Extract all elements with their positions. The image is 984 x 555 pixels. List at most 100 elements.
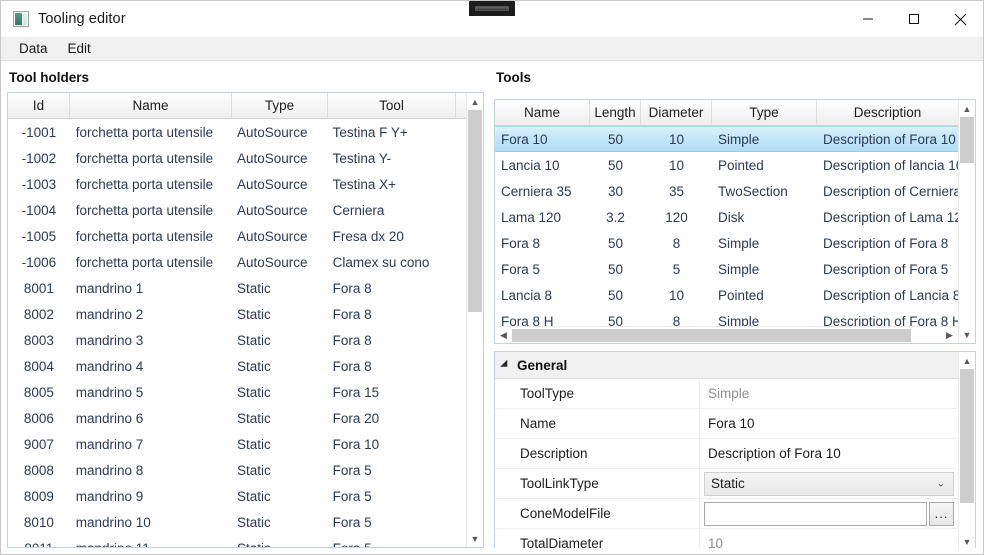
- cone-model-file-input[interactable]: [704, 501, 927, 526]
- column-header-tool[interactable]: Tool: [328, 93, 456, 118]
- property-row[interactable]: ConeModelFile...: [495, 499, 958, 529]
- menu-item-data[interactable]: Data: [9, 39, 58, 58]
- table-row[interactable]: Cerniera 35 30 35 TwoSection Description of …: [495, 178, 958, 204]
- scroll-track[interactable]: [467, 110, 483, 530]
- table-row[interactable]: 8008 mandrino 8 Static Fora 5: [8, 457, 466, 483]
- property-label: ToolLinkType: [495, 469, 700, 498]
- minimize-button[interactable]: [845, 1, 891, 37]
- cell-id: 8002: [23, 306, 54, 322]
- table-row[interactable]: Fora 8 H 50 8 Simple Description of Fora 8 H: [495, 308, 958, 327]
- hscroll-track[interactable]: [512, 328, 941, 343]
- scroll-up-icon[interactable]: ▲: [959, 352, 975, 369]
- property-value[interactable]: Fora 10: [700, 409, 958, 438]
- table-row[interactable]: 8005 mandrino 5 Static Fora 15: [8, 379, 466, 405]
- cell-id: -1006: [21, 254, 57, 270]
- column-header-description[interactable]: Description: [817, 100, 958, 125]
- tool-holders-rows: -1001 forchetta porta utensile AutoSource T…: [8, 119, 466, 548]
- table-row[interactable]: 8003 mandrino 3 Static Fora 8: [8, 327, 466, 353]
- property-row[interactable]: ToolLinkType Static ⌄: [495, 469, 958, 499]
- table-row[interactable]: -1005 forchetta porta utensile AutoSource F…: [8, 223, 466, 249]
- scroll-track[interactable]: [959, 117, 975, 326]
- scroll-up-icon[interactable]: ▲: [959, 100, 975, 117]
- table-row[interactable]: -1004 forchetta porta utensile AutoSource C…: [8, 197, 466, 223]
- table-row[interactable]: Fora 8 50 8 Simple Description of Fora 8: [495, 230, 958, 256]
- table-row[interactable]: 8004 mandrino 4 Static Fora 8: [8, 353, 466, 379]
- property-row[interactable]: ToolType Simple: [495, 379, 958, 409]
- property-row[interactable]: TotalDiameter 10: [495, 529, 958, 548]
- table-row[interactable]: Lancia 8 50 10 Pointed Description of Lancia…: [495, 282, 958, 308]
- scroll-thumb[interactable]: [468, 110, 482, 312]
- cell-type: Static: [237, 384, 271, 400]
- table-row[interactable]: 8010 mandrino 10 Static Fora 5: [8, 509, 466, 535]
- cell-type: Static: [237, 488, 271, 504]
- property-row[interactable]: Description Description of Fora 10: [495, 439, 958, 469]
- property-group-general[interactable]: General: [495, 352, 958, 379]
- expander-triangle-icon[interactable]: [500, 359, 511, 371]
- table-row[interactable]: -1002 forchetta porta utensile AutoSource T…: [8, 145, 466, 171]
- table-row[interactable]: -1003 forchetta porta utensile AutoSource T…: [8, 171, 466, 197]
- table-row[interactable]: 9007 mandrino 7 Static Fora 10: [8, 431, 466, 457]
- tool-holders-vscrollbar[interactable]: ▲ ▼: [466, 93, 483, 547]
- cell-id: 8005: [23, 384, 54, 400]
- table-row[interactable]: 8001 mandrino 1 Static Fora 8: [8, 275, 466, 301]
- scroll-down-icon[interactable]: ▼: [959, 533, 975, 548]
- table-row[interactable]: -1001 forchetta porta utensile AutoSource T…: [8, 119, 466, 145]
- cell-description: Description of Fora 8 H: [823, 313, 958, 327]
- cell-diameter: 8: [672, 313, 681, 327]
- menu-item-edit[interactable]: Edit: [58, 39, 101, 58]
- cell-id: 8008: [23, 462, 54, 478]
- cell-type: AutoSource: [237, 254, 308, 270]
- cell-id: -1005: [21, 228, 57, 244]
- scroll-thumb[interactable]: [960, 369, 974, 504]
- cell-length: 50: [607, 261, 624, 277]
- column-header-id[interactable]: Id: [8, 93, 70, 118]
- chevron-down-icon[interactable]: ⌄: [937, 478, 945, 489]
- close-button[interactable]: [937, 1, 983, 37]
- scroll-left-icon[interactable]: ◀: [495, 327, 512, 344]
- cell-type: Static: [237, 514, 271, 530]
- column-header-name[interactable]: Name: [495, 100, 590, 125]
- table-row[interactable]: 8009 mandrino 9 Static Fora 5: [8, 483, 466, 509]
- browse-button[interactable]: ...: [929, 501, 954, 526]
- cell-tool: Fora 15: [332, 384, 380, 400]
- cell-type: AutoSource: [237, 228, 308, 244]
- tools-hscrollbar[interactable]: ◀ ▶: [495, 326, 958, 343]
- property-vscrollbar[interactable]: ▲ ▼: [958, 352, 975, 548]
- column-header-type[interactable]: Type: [232, 93, 328, 118]
- cell-id: -1003: [21, 176, 57, 192]
- table-row[interactable]: 8006 mandrino 6 Static Fora 20: [8, 405, 466, 431]
- scroll-track[interactable]: [959, 369, 975, 533]
- property-value[interactable]: Description of Fora 10: [700, 439, 958, 468]
- cell-name: mandrino 1: [75, 280, 144, 296]
- tool-link-type-combobox[interactable]: Static ⌄: [704, 471, 954, 496]
- cell-type: TwoSection: [718, 183, 788, 199]
- cell-name: mandrino 3: [75, 332, 144, 348]
- table-row[interactable]: Lancia 10 50 10 Pointed Description of lanci…: [495, 152, 958, 178]
- scroll-down-icon[interactable]: ▼: [467, 530, 483, 547]
- scroll-thumb[interactable]: [960, 117, 974, 163]
- column-header-type[interactable]: Type: [712, 100, 817, 125]
- table-row[interactable]: 8002 mandrino 2 Static Fora 8: [8, 301, 466, 327]
- column-header-name[interactable]: Name: [70, 93, 232, 118]
- column-header-length[interactable]: Length: [590, 100, 641, 125]
- table-row-selected[interactable]: Fora 10 50 10 Simple Description of Fora 10: [495, 126, 958, 152]
- column-header-diameter[interactable]: Diameter: [641, 100, 712, 125]
- table-row[interactable]: 8011mandrino 11StaticFora 5: [8, 535, 466, 548]
- cell-name: mandrino 4: [75, 358, 144, 374]
- scroll-up-icon[interactable]: ▲: [467, 93, 483, 110]
- tools-vscrollbar[interactable]: ▲ ▼: [958, 100, 975, 343]
- table-row[interactable]: Fora 5 50 5 Simple Description of Fora 5: [495, 256, 958, 282]
- scroll-right-icon[interactable]: ▶: [941, 327, 958, 344]
- table-row[interactable]: Lama 120 3.2 120 Disk Description of Lama 12…: [495, 204, 958, 230]
- cell-name: Fora 8 H: [501, 313, 554, 327]
- cell-name: forchetta porta utensile: [75, 202, 214, 218]
- cell-tool: Fora 8: [332, 332, 372, 348]
- maximize-button[interactable]: [891, 1, 937, 37]
- hscroll-thumb[interactable]: [512, 328, 911, 342]
- property-row[interactable]: Name Fora 10: [495, 409, 958, 439]
- cell-id: -1004: [21, 202, 57, 218]
- table-row[interactable]: -1006 forchetta porta utensile AutoSource C…: [8, 249, 466, 275]
- cell-type: Disk: [718, 209, 745, 225]
- cell-tool: Fora 10: [332, 436, 380, 452]
- scroll-down-icon[interactable]: ▼: [959, 326, 975, 343]
